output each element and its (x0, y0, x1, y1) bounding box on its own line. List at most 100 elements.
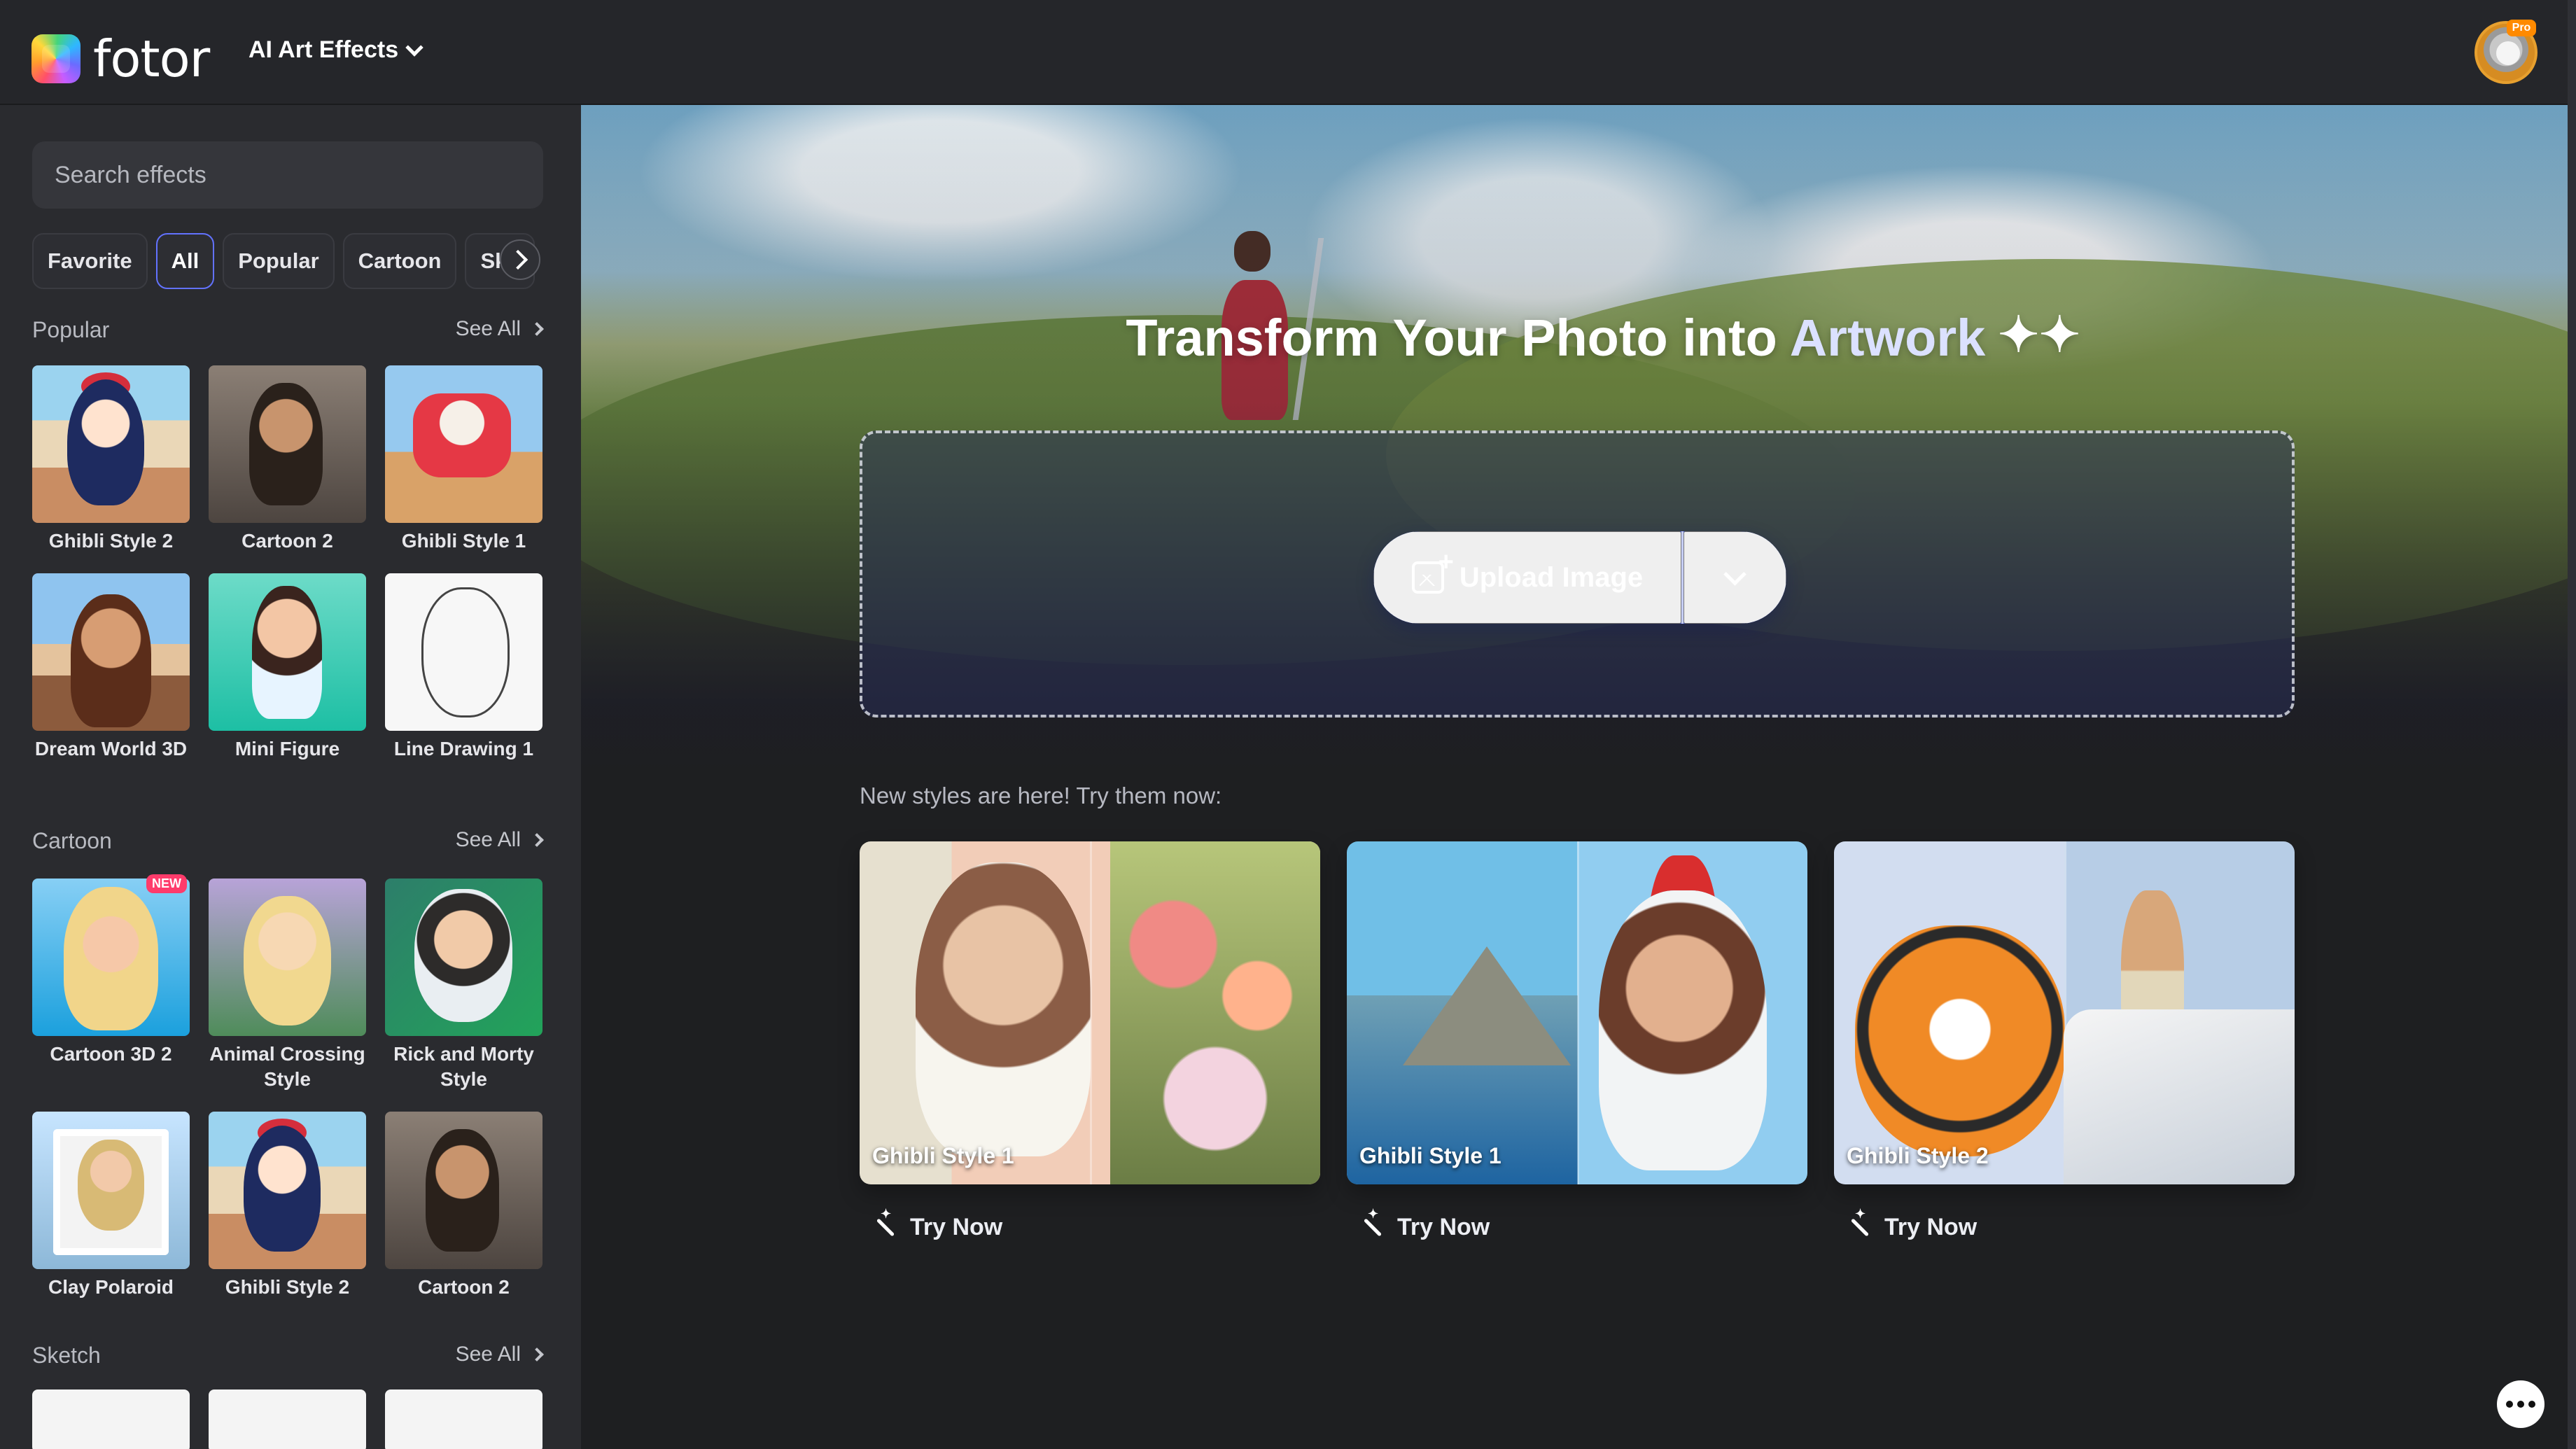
effect-thumbnail (32, 1390, 190, 1449)
category-filter-chips: Favorite All Popular Cartoon Ske (32, 233, 543, 292)
effect-rick-and-morty-style[interactable]: Rick and Morty Style (385, 878, 542, 1092)
try-now-button[interactable]: Try Now (872, 1207, 1320, 1241)
search-effects-field[interactable]: Search effects (32, 141, 543, 209)
user-avatar[interactable]: Pro (2474, 20, 2538, 84)
magic-wand-icon (1359, 1207, 1385, 1240)
effect-thumbnail (209, 365, 366, 523)
effect-thumbnail (209, 1112, 366, 1269)
hero-banner: Transform Your Photo into Artwork✦✦ Uplo… (581, 105, 2576, 770)
before-after-divider (1090, 841, 1092, 1184)
effect-ghibli-style-1[interactable]: Ghibli Style 1 (385, 365, 542, 554)
effect-cartoon-3d-2[interactable]: NEW Cartoon 3D 2 (32, 874, 190, 1092)
effect-label: Clay Polaroid (48, 1276, 174, 1298)
logo-text: fotor (93, 29, 210, 88)
hero-title: Transform Your Photo into Artwork ✦✦ (1126, 307, 2080, 367)
effect-label: Dream World 3D (34, 738, 188, 760)
effect-thumbnail (385, 1390, 542, 1449)
chevron-right-icon (530, 322, 544, 336)
chip-popular[interactable]: Popular (223, 233, 335, 289)
effect-label: Animal Crossing Style (209, 1043, 365, 1090)
chevron-right-icon (530, 833, 544, 847)
effect-thumbnail (32, 878, 190, 1036)
new-style-card-1[interactable]: Ghibli Style 1 Try Now (860, 841, 1320, 1241)
effect-label: Cartoon 2 (241, 530, 333, 552)
mountain-illustration (1403, 946, 1571, 1065)
magic-wand-icon (1847, 1207, 1872, 1240)
sketch-effect-2[interactable] (209, 1390, 366, 1449)
chevron-right-icon (530, 1348, 544, 1362)
style-preview-image: Ghibli Style 1 (1347, 841, 1807, 1184)
effect-label: Line Drawing 1 (393, 738, 534, 760)
top-navigation-bar: fotor AI Art Effects Pro (0, 0, 2576, 105)
effect-label: Ghibli Style 2 (225, 1276, 350, 1298)
see-all-cartoon-link[interactable]: See All (456, 828, 544, 852)
effect-cartoon-2[interactable]: Cartoon 2 (209, 365, 366, 554)
magic-wand-icon (872, 1207, 897, 1240)
effect-label: Mini Figure (234, 738, 340, 760)
ai-art-effects-menu[interactable]: AI Art Effects (248, 36, 424, 64)
effect-label: Ghibli Style 2 (48, 530, 174, 552)
upload-options-dropdown[interactable] (1684, 531, 1786, 624)
upload-image-button[interactable]: Upload Image (1373, 531, 1681, 624)
try-now-button[interactable]: Try Now (1359, 1207, 1807, 1241)
more-options-icon[interactable] (2497, 1380, 2544, 1428)
effect-ghibli-style-2-cartoon[interactable]: Ghibli Style 2 (209, 1112, 366, 1300)
effects-sidebar: Search effects Favorite All Popular Cart… (0, 105, 581, 1449)
window-scrollbar[interactable] (2568, 0, 2576, 1449)
effect-thumbnail (385, 573, 542, 731)
effect-thumbnail (209, 878, 366, 1036)
fotor-logo[interactable]: fotor (31, 29, 210, 88)
effect-clay-polaroid[interactable]: Clay Polaroid (32, 1112, 190, 1300)
effect-thumbnail (32, 1112, 190, 1269)
section-title-sketch: Sketch (32, 1343, 101, 1368)
style-preview-image: Ghibli Style 2 (1834, 841, 2295, 1184)
try-now-button[interactable]: Try Now (1847, 1207, 2295, 1241)
effect-label: Ghibli Style 1 (401, 530, 526, 552)
effect-label: Cartoon 3D 2 (50, 1043, 172, 1065)
effect-mini-figure[interactable]: Mini Figure (209, 573, 366, 762)
new-style-card-2[interactable]: Ghibli Style 1 Try Now (1347, 841, 1807, 1241)
effect-label: Cartoon 2 (418, 1276, 510, 1298)
cartoon-effects-grid: NEW Cartoon 3D 2 Animal Crossing Style Ri… (32, 874, 543, 1300)
style-preview-image: Ghibli Style 1 (860, 841, 1320, 1184)
style-card-label: Ghibli Style 1 (1359, 1143, 1502, 1168)
see-all-sketch-link[interactable]: See All (456, 1343, 544, 1366)
image-dropzone[interactable]: Upload Image (860, 430, 2295, 718)
style-card-label: Ghibli Style 1 (872, 1143, 1014, 1168)
effect-thumbnail (32, 365, 190, 523)
chip-cartoon[interactable]: Cartoon (342, 233, 457, 289)
effect-thumbnail (385, 365, 542, 523)
chip-favorite[interactable]: Favorite (32, 233, 148, 289)
section-title-cartoon: Cartoon (32, 828, 112, 853)
sketch-effects-grid (32, 1390, 543, 1449)
fotor-ai-art-effects-page: fotor AI Art Effects Pro Search effects … (0, 0, 2576, 1449)
next-chips-arrow-icon[interactable] (500, 239, 540, 280)
see-all-popular-link[interactable]: See All (456, 317, 544, 341)
upload-image-button-group: Upload Image (1373, 531, 1786, 624)
chip-all[interactable]: All (155, 233, 215, 289)
fotor-logo-icon (31, 34, 80, 83)
new-style-cards: Ghibli Style 1 Try Now Ghibli Style 1 Tr… (860, 841, 2295, 1241)
effect-thumbnail (385, 1112, 542, 1269)
sketch-effect-1[interactable] (32, 1390, 190, 1449)
effect-animal-crossing-style[interactable]: Animal Crossing Style (209, 878, 366, 1092)
effect-thumbnail (209, 1390, 366, 1449)
effect-ghibli-style-2[interactable]: Ghibli Style 2 (32, 365, 190, 554)
new-style-card-3[interactable]: Ghibli Style 2 Try Now (1834, 841, 2295, 1241)
menu-label: AI Art Effects (248, 36, 399, 63)
effect-cartoon-2-cartoon[interactable]: Cartoon 2 (385, 1112, 542, 1300)
main-workspace: Transform Your Photo into Artwork✦✦ Uplo… (581, 105, 2576, 1449)
image-upload-icon (1411, 547, 1454, 594)
search-placeholder: Search effects (55, 161, 206, 188)
new-badge: NEW (146, 874, 187, 893)
chevron-down-icon (405, 38, 424, 57)
effect-thumbnail (385, 878, 542, 1036)
pro-badge: Pro (2507, 20, 2536, 36)
style-card-label: Ghibli Style 2 (1847, 1143, 1989, 1168)
popular-effects-grid: Ghibli Style 2 Cartoon 2 Ghibli Style 1 … (32, 365, 543, 762)
effect-line-drawing-1[interactable]: Line Drawing 1 (385, 573, 542, 762)
sketch-effect-3[interactable] (385, 1390, 542, 1449)
effect-dream-world-3d[interactable]: Dream World 3D (32, 573, 190, 762)
effect-thumbnail (209, 573, 366, 731)
before-after-divider (1577, 841, 1579, 1184)
